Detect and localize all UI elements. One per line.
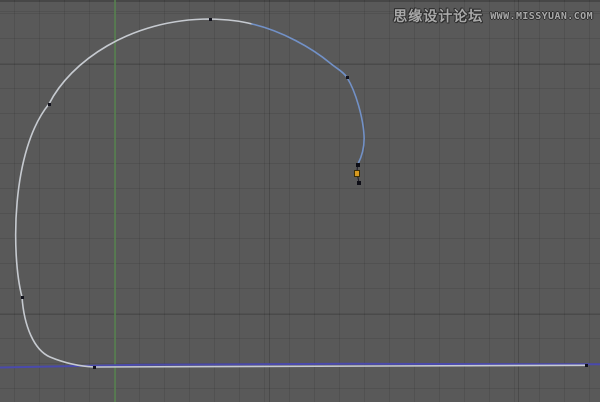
spline-vertex[interactable] — [345, 76, 349, 79]
watermark-site-url: WWW.MISSYUAN.COM — [490, 10, 593, 22]
spline-vertex[interactable] — [357, 180, 361, 185]
spline-path-light[interactable] — [14, 18, 587, 368]
spline-vertex[interactable] — [355, 162, 360, 167]
viewport-canvas[interactable]: 思缘设计论坛 WWW.MISSYUAN.COM — [0, 0, 600, 402]
spline-vertex[interactable] — [20, 295, 24, 299]
selected-spline-point[interactable] — [354, 169, 360, 177]
watermark: 思缘设计论坛 WWW.MISSYUAN.COM — [393, 6, 593, 26]
spline-vertex[interactable] — [47, 102, 51, 106]
spline-path-active[interactable] — [251, 23, 365, 165]
watermark-site-name: 思缘设计论坛 — [393, 8, 484, 24]
spline-vertex[interactable] — [92, 365, 96, 369]
scene-svg — [0, 18, 600, 369]
spline-vertex[interactable] — [208, 17, 212, 21]
spline-vertex[interactable] — [584, 363, 588, 367]
